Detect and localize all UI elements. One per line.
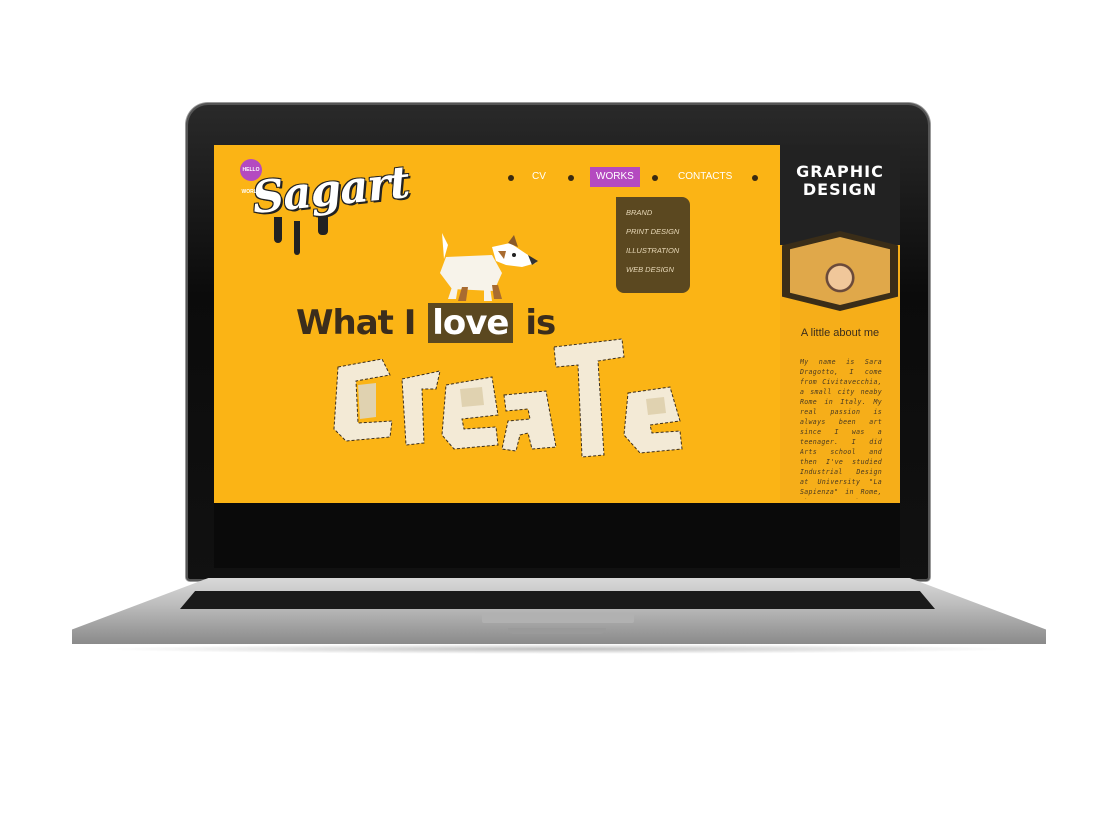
nav-separator-dot <box>568 175 574 181</box>
nav-separator-dot <box>752 175 758 181</box>
keyboard <box>180 591 935 609</box>
laptop-base <box>72 578 1046 644</box>
avatar <box>790 237 890 305</box>
logo-text: Sagart <box>249 156 412 225</box>
logo-badge: HELLO WORLD <box>240 159 262 195</box>
about-sidebar: GRAPHIC DESIGN A little about me My name… <box>780 145 900 503</box>
about-text: My name is Sara Dragotto, I come from Ci… <box>800 358 882 499</box>
nav-separator-dot <box>652 175 658 181</box>
website-screen: Sagart HELLO WORLD CV WORKS CONTACTS BRA… <box>214 145 900 503</box>
graphic-design-logo: GRAPHIC DESIGN <box>796 162 884 199</box>
dog-illustration <box>440 233 538 301</box>
logo-drip <box>318 215 328 235</box>
create-word-graphic: create <box>333 338 683 458</box>
trackpad <box>482 613 634 623</box>
about-title: A little about me <box>800 327 880 339</box>
nav-link-cv[interactable]: CV <box>526 167 552 187</box>
dropdown-item-web-design[interactable]: WEB DESIGN <box>616 260 690 279</box>
laptop-notch <box>508 628 606 634</box>
nav-separator-dot <box>508 175 514 181</box>
logo-drip <box>294 221 300 255</box>
laptop-shadow <box>96 644 1022 654</box>
screen-bezel-bottom <box>214 503 900 568</box>
dropdown-item-brand[interactable]: BRAND <box>616 203 690 222</box>
dropdown-item-print-design[interactable]: PRINT DESIGN <box>616 222 690 241</box>
dropdown-item-illustration[interactable]: ILLUSTRATION <box>616 241 690 260</box>
nav-link-works[interactable]: WORKS <box>590 167 640 187</box>
works-dropdown-menu: BRAND PRINT DESIGN ILLUSTRATION WEB DESI… <box>616 197 690 293</box>
nav-link-contacts[interactable]: CONTACTS <box>672 167 738 187</box>
site-logo[interactable]: Sagart HELLO WORLD <box>232 155 411 265</box>
